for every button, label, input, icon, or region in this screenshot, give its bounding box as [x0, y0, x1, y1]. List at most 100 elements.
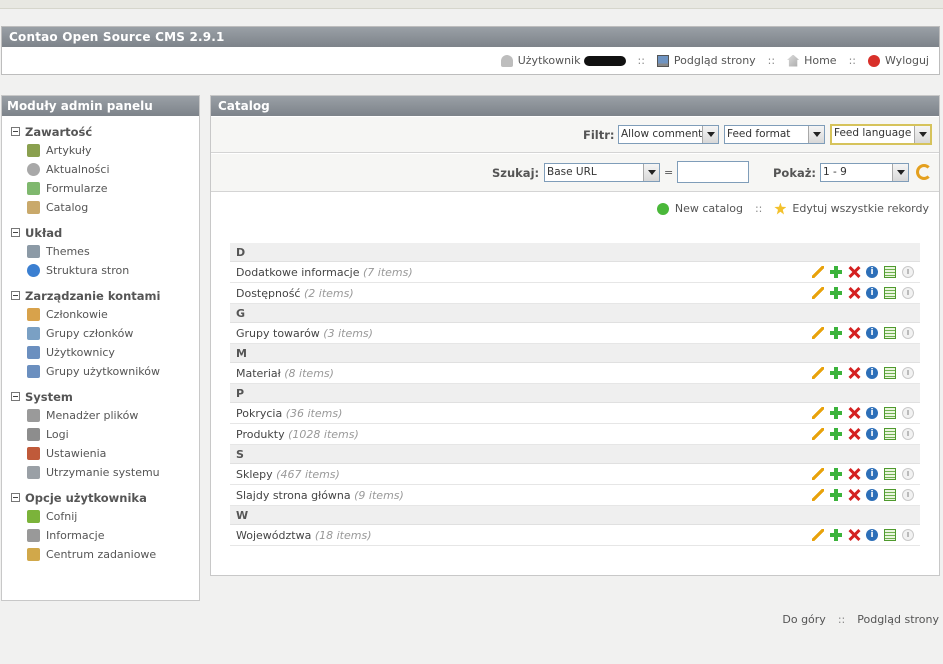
- search-input[interactable]: [677, 161, 749, 183]
- table-icon[interactable]: [884, 489, 896, 501]
- sidebar-item[interactable]: Ustawienia: [27, 444, 199, 463]
- sidebar-item[interactable]: Menadżer plików: [27, 406, 199, 425]
- delete-x-icon[interactable]: [848, 489, 860, 501]
- info-icon[interactable]: i: [866, 529, 878, 541]
- table-icon[interactable]: [884, 367, 896, 379]
- sidebar-item[interactable]: Członkowie: [27, 305, 199, 324]
- footer-preview-link[interactable]: Podgląd strony: [857, 613, 939, 626]
- new-catalog-link[interactable]: New catalog: [656, 202, 743, 215]
- edit-pencil-icon[interactable]: [812, 327, 824, 339]
- collapse-toggle-icon[interactable]: [11, 493, 20, 502]
- info-icon[interactable]: i: [866, 287, 878, 299]
- sidebar-item[interactable]: Catalog: [27, 198, 199, 217]
- edit-pencil-icon[interactable]: [812, 428, 824, 440]
- sidebar-item[interactable]: Artykuły: [27, 141, 199, 160]
- sidebar-group-head[interactable]: Zawartość: [11, 122, 199, 141]
- collapse-toggle-icon[interactable]: [11, 291, 20, 300]
- edit-pencil-icon[interactable]: [812, 287, 824, 299]
- sidebar-item[interactable]: Centrum zadaniowe: [27, 545, 199, 564]
- copy-plus-icon[interactable]: [830, 428, 842, 440]
- header-preview-link[interactable]: Podgląd strony: [656, 54, 756, 67]
- sidebar-item[interactable]: Formularze: [27, 179, 199, 198]
- search-field-select[interactable]: Base URL: [544, 163, 660, 182]
- sidebar-item[interactable]: Aktualności: [27, 160, 199, 179]
- copy-plus-icon[interactable]: [830, 367, 842, 379]
- sidebar-item[interactable]: Grupy członków: [27, 324, 199, 343]
- edit-pencil-icon[interactable]: [812, 407, 824, 419]
- sidebar-item[interactable]: Informacje: [27, 526, 199, 545]
- footer-top-link[interactable]: Do góry: [782, 613, 825, 626]
- delete-x-icon[interactable]: [848, 407, 860, 419]
- info-icon[interactable]: i: [866, 266, 878, 278]
- copy-plus-icon[interactable]: [830, 287, 842, 299]
- edit-pencil-icon[interactable]: [812, 266, 824, 278]
- sidebar-item[interactable]: Grupy użytkowników: [27, 362, 199, 381]
- edit-pencil-icon[interactable]: [812, 367, 824, 379]
- catalog-item-count: (18 items): [314, 529, 372, 542]
- table-icon[interactable]: [884, 428, 896, 440]
- edit-pencil-icon[interactable]: [812, 489, 824, 501]
- show-range-select[interactable]: 1 - 9: [820, 163, 909, 182]
- info-icon[interactable]: i: [866, 489, 878, 501]
- table-icon[interactable]: [884, 266, 896, 278]
- table-icon[interactable]: [884, 529, 896, 541]
- header-separator: ::: [637, 54, 645, 67]
- sidebar-item[interactable]: Themes: [27, 242, 199, 261]
- row-actions: i: [806, 468, 914, 480]
- sidebar-item[interactable]: Logi: [27, 425, 199, 444]
- info-icon[interactable]: i: [866, 468, 878, 480]
- filter-feed-format-select[interactable]: Feed format: [724, 125, 825, 144]
- info-icon[interactable]: i: [866, 327, 878, 339]
- copy-plus-icon[interactable]: [830, 327, 842, 339]
- copy-plus-icon[interactable]: [830, 529, 842, 541]
- header-home-link[interactable]: Home: [787, 54, 837, 67]
- copy-plus-icon[interactable]: [830, 468, 842, 480]
- info-icon[interactable]: i: [866, 367, 878, 379]
- table-icon[interactable]: [884, 407, 896, 419]
- filter-allow-comments-select[interactable]: Allow comments: [618, 125, 719, 144]
- header-user-label: Użytkownik: [517, 54, 581, 67]
- delete-x-icon[interactable]: [848, 529, 860, 541]
- table-icon[interactable]: [884, 468, 896, 480]
- header-user[interactable]: Użytkownik: [500, 54, 626, 67]
- collapse-toggle-icon[interactable]: [11, 228, 20, 237]
- copy-plus-icon[interactable]: [830, 489, 842, 501]
- catalog-item-count: (9 items): [354, 489, 404, 502]
- filter-feed-language-select[interactable]: Feed language: [830, 124, 932, 145]
- copy-plus-icon[interactable]: [830, 407, 842, 419]
- collapse-toggle-icon[interactable]: [11, 127, 20, 136]
- catalog-row: Województwa (18 items) i: [230, 525, 920, 546]
- info-icon[interactable]: i: [866, 428, 878, 440]
- copy-plus-icon[interactable]: [830, 266, 842, 278]
- sidebar-item[interactable]: Użytkownicy: [27, 343, 199, 362]
- delete-x-icon[interactable]: [848, 468, 860, 480]
- delete-x-icon[interactable]: [848, 367, 860, 379]
- letter-group-header: P: [230, 384, 920, 403]
- catalog-row: Pokrycia (36 items) i: [230, 403, 920, 424]
- table-icon[interactable]: [884, 287, 896, 299]
- header-logout-link[interactable]: Wyloguj: [868, 54, 929, 67]
- sidebar-item[interactable]: Cofnij: [27, 507, 199, 526]
- refresh-icon[interactable]: [916, 164, 932, 180]
- table-icon[interactable]: [884, 327, 896, 339]
- delete-x-icon[interactable]: [848, 327, 860, 339]
- sidebar-group-head[interactable]: Opcje użytkownika: [11, 488, 199, 507]
- delete-x-icon[interactable]: [848, 287, 860, 299]
- sidebar-item[interactable]: Utrzymanie systemu: [27, 463, 199, 482]
- edit-pencil-icon[interactable]: [812, 529, 824, 541]
- warning-icon: [902, 367, 914, 379]
- delete-x-icon[interactable]: [848, 266, 860, 278]
- sidebar-group-head[interactable]: Zarządzanie kontami: [11, 286, 199, 305]
- collapse-toggle-icon[interactable]: [11, 392, 20, 401]
- sidebar-item[interactable]: Struktura stron: [27, 261, 199, 280]
- sidebar-group-head[interactable]: System: [11, 387, 199, 406]
- sidebar-item-label: Utrzymanie systemu: [46, 466, 160, 479]
- delete-x-icon[interactable]: [848, 428, 860, 440]
- catalog-row: Sklepy (467 items) i: [230, 464, 920, 485]
- edit-all-link[interactable]: Edytuj wszystkie rekordy: [774, 202, 929, 215]
- sidebar-group-head[interactable]: Układ: [11, 223, 199, 242]
- info-icon[interactable]: i: [866, 407, 878, 419]
- header-logout-label: Wyloguj: [885, 54, 929, 67]
- warning-icon: [902, 489, 914, 501]
- edit-pencil-icon[interactable]: [812, 468, 824, 480]
